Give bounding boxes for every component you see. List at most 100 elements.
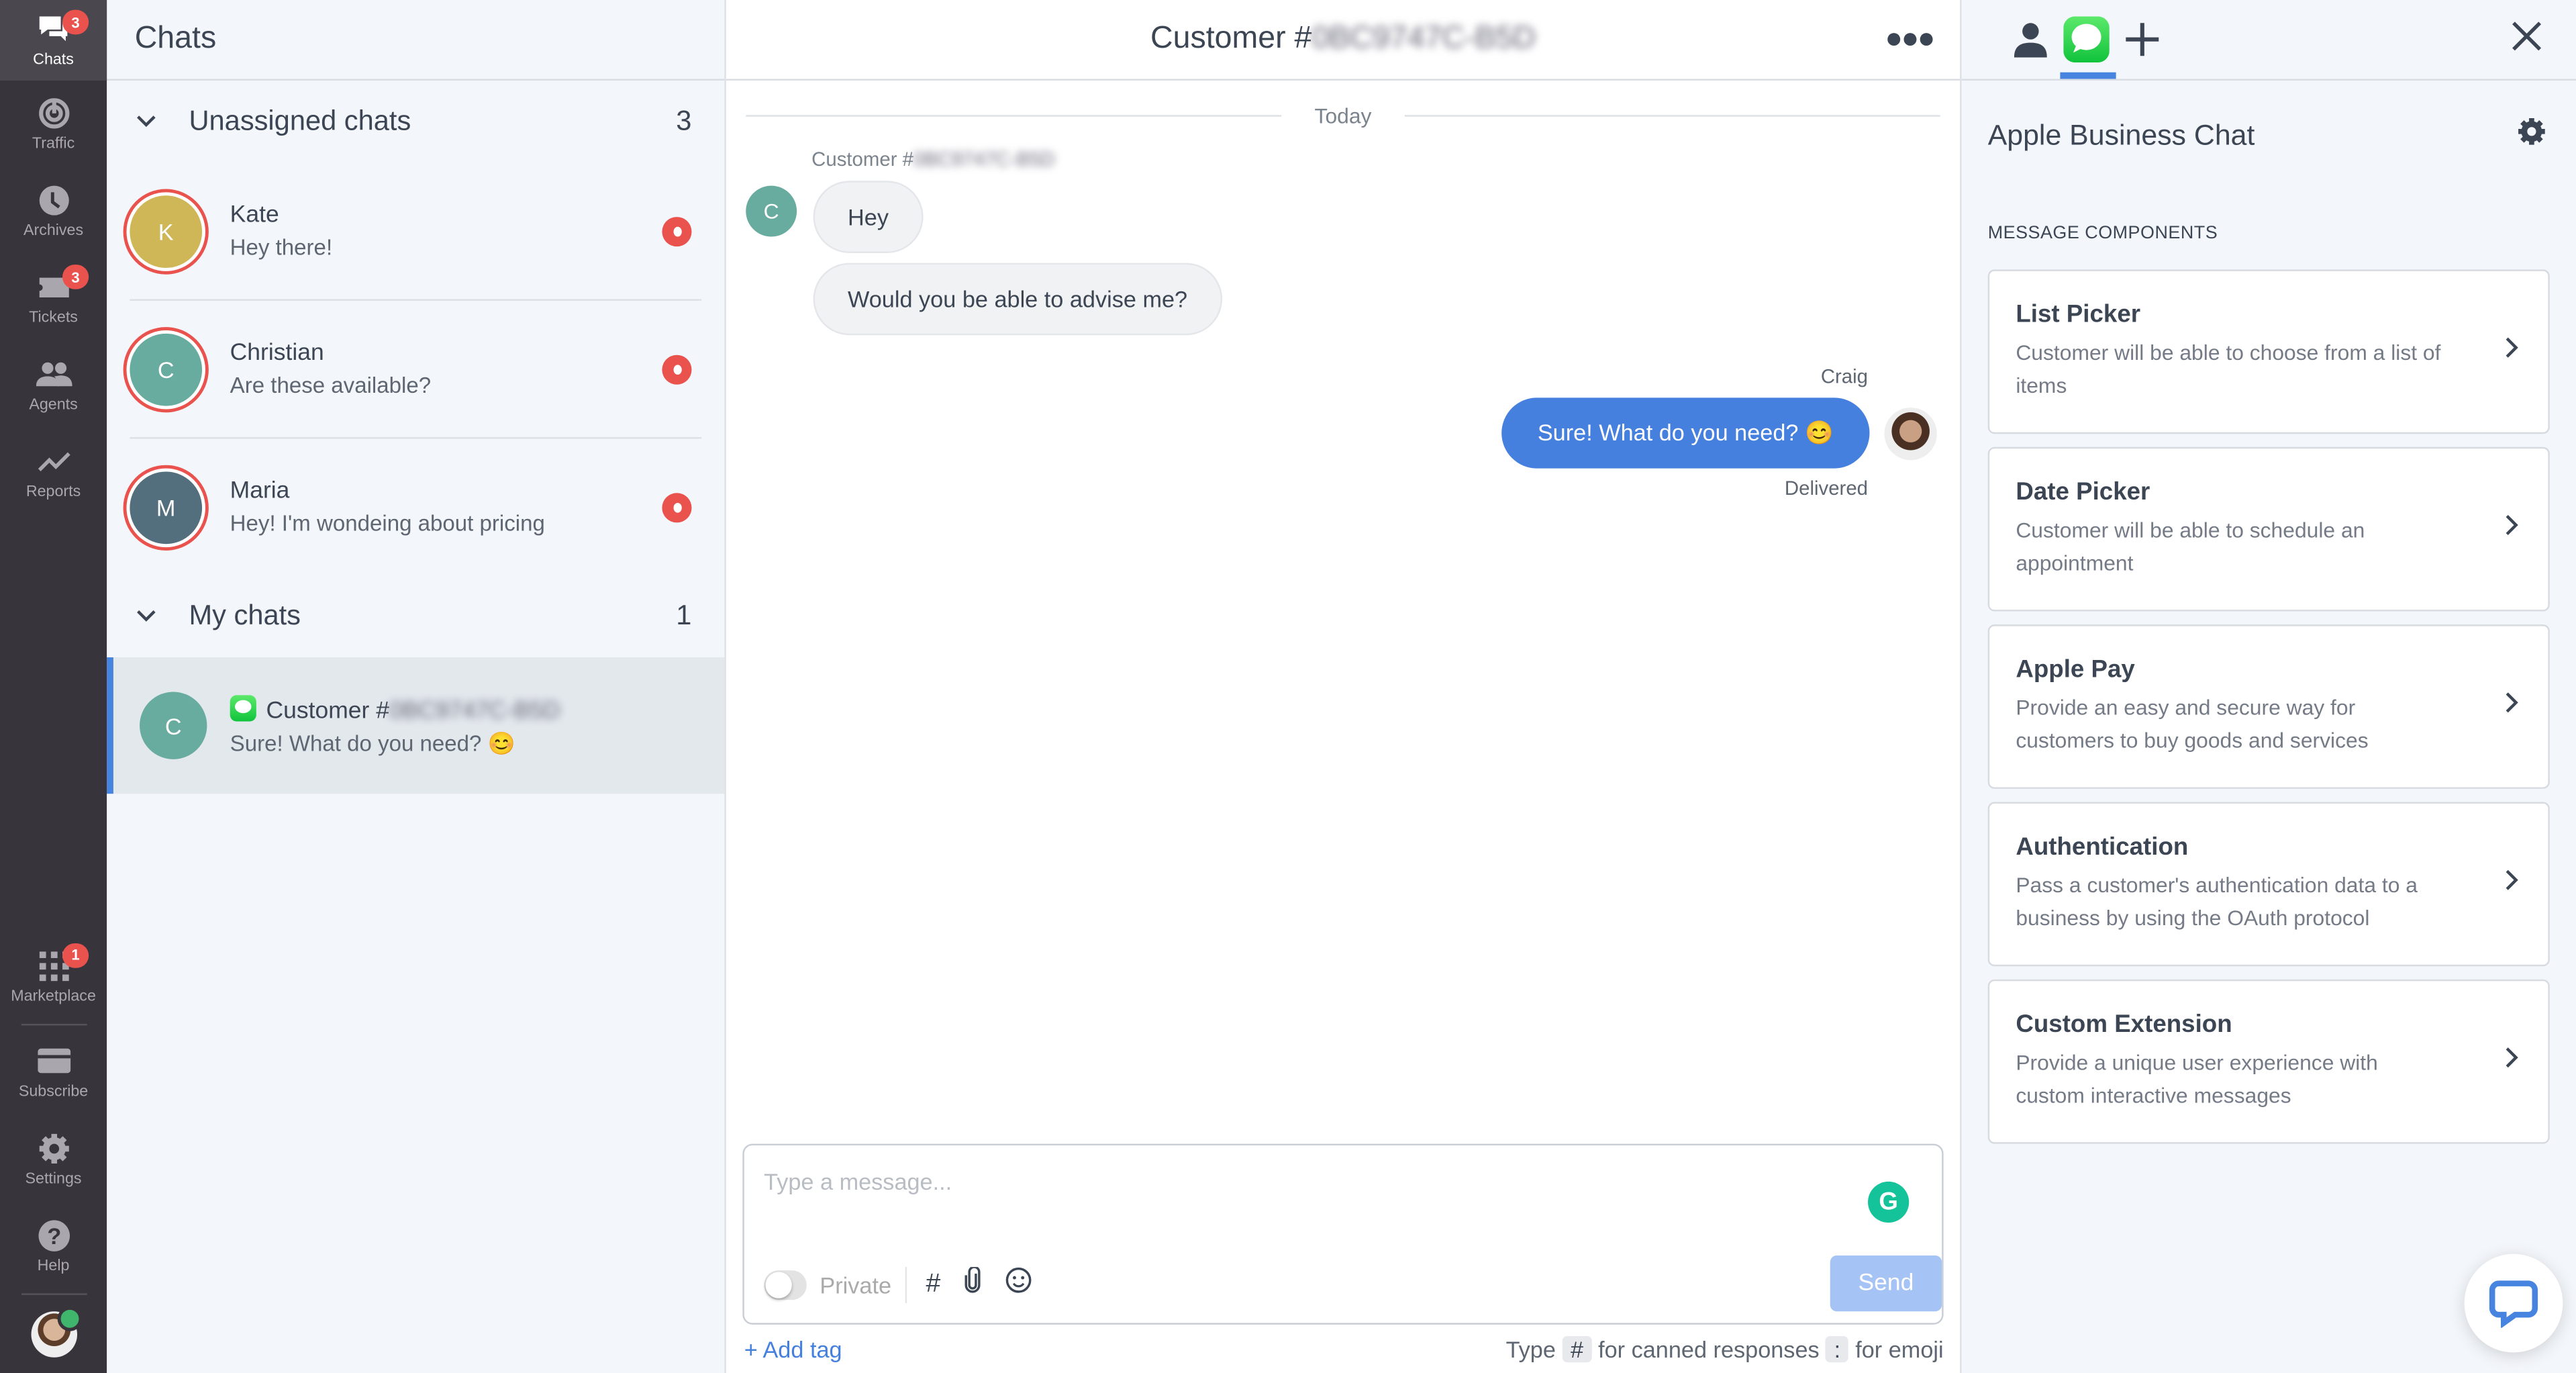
section-count: 3 [676,105,692,137]
add-tab-button[interactable] [2120,16,2166,62]
credit-card-icon [36,1043,72,1079]
redacted-id: 0BC9747C-B5D [913,148,1055,171]
date-label: Today [1314,103,1372,128]
section-my-chats[interactable]: My chats 1 [107,575,724,657]
gear-icon [36,1130,72,1166]
component-card-date-picker[interactable]: Date Picker Customer will be able to sche… [1987,446,2550,612]
tickets-badge: 3 [62,265,89,289]
tab-apple-business-chat[interactable] [2060,16,2116,79]
avatar: M [130,471,203,543]
message-sender: Customer #0BC9747C-B5D [811,148,1055,171]
card-title: Custom Extension [2016,1010,2232,1039]
close-panel-button[interactable] [2510,19,2543,60]
grammarly-icon[interactable]: G [1868,1180,1910,1222]
toolbar-divider [904,1266,907,1303]
clock-icon [36,183,72,219]
chat-list-panel: Chats Unassigned chats 3 K Kate Hey there… [107,0,726,1373]
svg-text:?: ? [46,1223,60,1249]
agent-name: Craig [1820,365,1869,388]
chat-list-item-christian[interactable]: C Christian Are these available? [130,301,702,439]
nav-item-settings[interactable]: Settings [0,1115,107,1202]
message-bubble-incoming: Would you be able to advise me? [813,263,1222,336]
chat-preview: Hey there! [230,235,333,260]
private-toggle[interactable] [764,1269,807,1299]
chevron-down-icon [136,605,159,628]
message-composer: G Private # Send [742,1143,1944,1324]
nav-item-chats[interactable]: Chats 3 [0,0,107,81]
nav-label: Help [37,1256,70,1275]
online-status-dot [56,1305,82,1331]
section-unassigned-chats[interactable]: Unassigned chats 3 [107,81,724,162]
paperclip-icon[interactable] [964,1266,983,1301]
message-input[interactable] [744,1144,1770,1217]
nav-label: Tickets [29,309,78,328]
section-label: Unassigned chats [189,105,411,137]
redacted-id: 0BC9747C-B5D [389,698,560,724]
details-tabs [1961,0,2576,81]
chat-list-item-customer-selected[interactable]: C Customer #0BC9747C-B5D Sure! What do y… [107,657,725,794]
imessage-icon [2063,16,2110,63]
nav-item-subscribe[interactable]: Subscribe [0,1028,107,1115]
component-card-apple-pay[interactable]: Apple Pay Provide an easy and secure way … [1987,624,2550,789]
marketplace-badge: 1 [62,942,89,967]
nav-item-archives[interactable]: Archives [0,168,107,255]
chevron-down-icon [136,110,159,133]
component-card-list-picker[interactable]: List Picker Customer will be able to choo… [1987,269,2550,434]
composer-footer: + Add tag Type # for canned responses: for … [726,1324,1960,1373]
hashtag-icon[interactable]: # [926,1270,940,1299]
more-options-icon[interactable]: ●●● [1885,21,1935,56]
date-divider: Today [746,103,1940,128]
chat-preview: Sure! What do you need? 😊 [230,730,515,755]
agent-avatar [1884,406,1937,460]
card-title: Authentication [2016,833,2189,861]
chevron-right-icon [2506,869,2519,899]
card-description: Pass a customer's authentication data to… [2016,872,2418,931]
component-card-custom-extension[interactable]: Custom Extension Provide a unique user ex… [1987,979,2550,1144]
nav-item-marketplace[interactable]: Marketplace 1 [0,933,107,1020]
chat-list-title: Chats [107,0,725,81]
section-label: MESSAGE COMPONENTS [1987,223,2218,244]
emoji-icon[interactable] [1006,1267,1032,1301]
chat-preview: Are these available? [230,373,432,398]
redacted-id: 0BC9747C-B5D [1311,21,1536,56]
nav-label: Traffic [32,134,75,153]
card-title: Date Picker [2016,478,2150,506]
add-tag-link[interactable]: + Add tag [744,1335,842,1362]
agents-icon [35,357,72,393]
nav-item-tickets[interactable]: Tickets 3 [0,254,107,342]
tab-customer-info[interactable] [2008,16,2054,62]
nav-label: Settings [25,1169,82,1188]
nav-divider [20,1023,87,1025]
nav-item-reports[interactable]: Reports [0,429,107,516]
user-avatar[interactable] [30,1305,82,1357]
traffic-radar-icon [36,95,72,132]
person-icon [2014,23,2047,58]
nav-label: Archives [23,222,84,240]
conversation-title-prefix: Customer # [1150,21,1312,56]
card-description: Provide a unique user experience with cu… [2016,1050,2378,1108]
chat-list-item-kate[interactable]: K Kate Hey there! [130,162,702,301]
plus-icon [2126,23,2159,56]
left-nav: Chats 3 Traffic Archives Tickets 3 Agent… [0,0,107,1373]
conversation-header: Customer #0BC9747C-B5D ●●● [726,0,1961,81]
nav-item-agents[interactable]: Agents [0,342,107,429]
chat-name: Christian [230,340,324,367]
nav-item-traffic[interactable]: Traffic [0,81,107,168]
livechat-widget-button[interactable] [2464,1253,2563,1352]
chat-name: Maria [230,478,290,505]
details-panel: Apple Business Chat MESSAGE COMPONENTS L… [1960,0,2576,1373]
chat-list-item-maria[interactable]: M Maria Hey! I'm wondeing about pricing [130,439,701,575]
message-bubble-incoming: Hey [813,181,924,253]
component-card-authentication[interactable]: Authentication Pass a customer's authenti… [1987,802,2550,967]
close-icon [2512,21,2542,51]
message-thread: Today Customer #0BC9747C-B5D C Hey Would… [726,81,1960,1143]
send-button[interactable]: Send [1830,1254,1942,1311]
customer-avatar: C [746,185,797,237]
card-description: Customer will be able to choose from a l… [2016,340,2441,398]
unread-indicator [662,216,692,246]
nav-label: Agents [29,395,78,414]
nav-label: Marketplace [11,986,96,1005]
panel-settings-gear-icon[interactable] [2517,117,2546,154]
panel-header: Apple Business Chat [1962,81,2576,154]
nav-item-help[interactable]: ? Help [0,1202,107,1289]
